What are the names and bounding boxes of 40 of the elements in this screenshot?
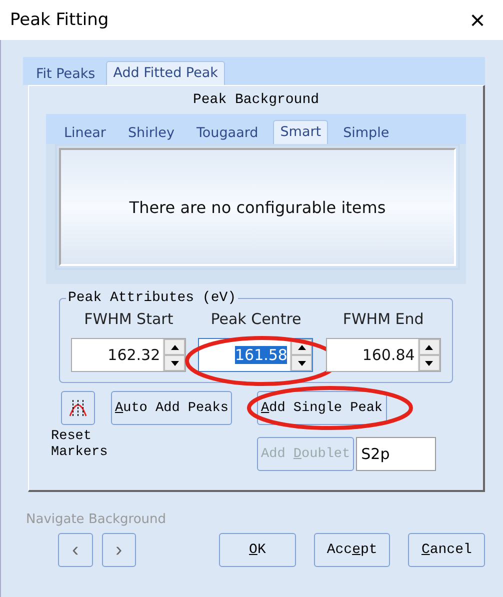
spin-down-button[interactable] bbox=[418, 355, 440, 371]
up-triangle-icon bbox=[170, 344, 179, 350]
group-title: Peak Background bbox=[192, 92, 320, 108]
field-label: FWHM End bbox=[342, 310, 424, 328]
tab[interactable]: Simple bbox=[336, 122, 396, 144]
spin-up-button[interactable] bbox=[164, 339, 186, 355]
tab[interactable]: Fit Peaks bbox=[29, 63, 102, 85]
tab[interactable]: Shirley bbox=[120, 122, 182, 144]
down-triangle-icon bbox=[170, 360, 179, 366]
dialog-button[interactable]: Accept bbox=[314, 533, 390, 567]
tab[interactable]: Tougaard bbox=[189, 122, 266, 144]
field-label: FWHM Start bbox=[84, 310, 174, 328]
reset-markers-label: Reset Markers bbox=[51, 429, 109, 461]
tab[interactable]: Add Fitted Peak bbox=[106, 61, 225, 85]
message-text: There are no configurable items bbox=[129, 198, 386, 216]
group-title: Peak Attributes (eV) bbox=[67, 290, 238, 306]
close-button[interactable]: × bbox=[466, 4, 489, 36]
next-button[interactable]: › bbox=[102, 533, 136, 567]
spin-field[interactable]: 160.84 bbox=[326, 338, 441, 372]
spin-up-button[interactable] bbox=[418, 339, 440, 355]
down-triangle-icon bbox=[425, 360, 434, 366]
previous-button[interactable]: ‹ bbox=[58, 533, 93, 567]
dialog-button[interactable]: OK bbox=[219, 533, 296, 567]
reset-markers-button[interactable] bbox=[61, 391, 95, 425]
tab[interactable]: Linear bbox=[57, 122, 113, 144]
dialog-button[interactable]: Cancel bbox=[408, 533, 485, 567]
spin-down-button[interactable] bbox=[164, 355, 186, 371]
down-triangle-icon bbox=[298, 360, 306, 366]
window-title: Peak Fitting bbox=[10, 10, 109, 30]
spin-field[interactable]: 162.32 bbox=[71, 338, 186, 372]
up-triangle-icon bbox=[298, 344, 306, 350]
up-triangle-icon bbox=[425, 344, 434, 350]
spin-down-button[interactable] bbox=[291, 355, 312, 371]
action-button[interactable]: Auto Add Peaks bbox=[111, 391, 232, 425]
field-label: Peak Centre bbox=[210, 310, 302, 328]
navigate-label: Navigate Background bbox=[26, 512, 167, 527]
spin-field[interactable]: 161.58 bbox=[198, 338, 314, 372]
action-button[interactable]: Add Single Peak bbox=[257, 391, 387, 425]
tab[interactable]: Smart bbox=[273, 120, 328, 144]
peak-markers-icon bbox=[68, 398, 88, 418]
